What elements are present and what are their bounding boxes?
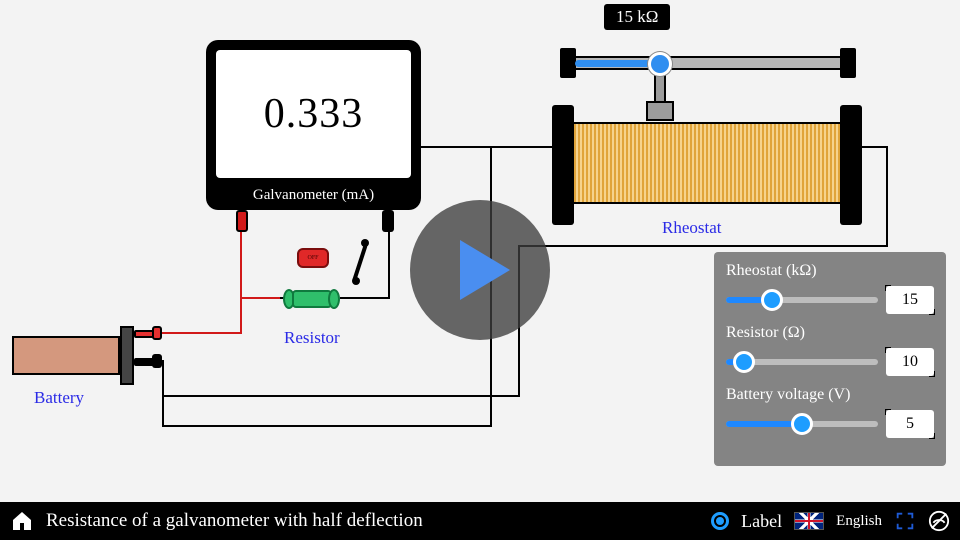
rheostat-label: Rheostat	[662, 218, 722, 238]
resistor-end	[328, 289, 340, 309]
galvanometer: 0.333 Galvanometer (mA)	[206, 40, 421, 210]
rheostat-slider-knob[interactable]	[648, 52, 672, 76]
control-voltage-label: Battery voltage (V)	[726, 386, 934, 404]
resistor-value-input[interactable]: 10	[886, 348, 934, 376]
no-edit-icon[interactable]	[928, 510, 950, 532]
wire	[416, 146, 492, 148]
fullscreen-icon[interactable]	[894, 510, 916, 532]
knife-switch-contact	[361, 239, 369, 247]
rheostat-coil	[572, 122, 842, 204]
voltage-slider[interactable]	[726, 414, 878, 434]
wire-positive	[240, 232, 242, 334]
flag-uk-icon[interactable]	[794, 512, 824, 530]
wire-positive	[240, 297, 280, 299]
voltage-value-input[interactable]: 5	[886, 410, 934, 438]
wire	[340, 297, 390, 299]
knife-switch-pivot	[352, 277, 360, 285]
battery-label: Battery	[34, 388, 84, 408]
rheostat-slider[interactable]	[726, 290, 878, 310]
battery-cap	[120, 326, 134, 385]
battery	[12, 336, 120, 375]
rheostat-slider-foot	[646, 101, 674, 121]
knife-switch-arm[interactable]	[352, 244, 368, 281]
play-button[interactable]	[410, 200, 550, 340]
battery-terminal-negative	[134, 358, 154, 366]
galvanometer-post-negative	[382, 210, 394, 232]
wire	[490, 146, 554, 148]
rheostat-stand	[840, 105, 862, 225]
control-resistor-label: Resistor (Ω)	[726, 324, 934, 342]
label-toggle-radio[interactable]	[711, 512, 729, 530]
label-toggle-text: Label	[741, 511, 782, 532]
wire-positive	[162, 332, 242, 334]
battery-terminal-positive-tip	[152, 326, 162, 340]
page-title: Resistance of a galvanometer with half d…	[46, 510, 699, 532]
wire	[162, 395, 520, 397]
simulation-stage: Battery 0.333 Galvanometer (mA) OFF Resi…	[0, 0, 960, 540]
galvanometer-post-positive	[236, 210, 248, 232]
galvanometer-value: 0.333	[264, 90, 364, 138]
control-resistor: Resistor (Ω) 10	[726, 324, 934, 376]
galvanometer-label: Galvanometer (mA)	[206, 187, 421, 204]
rheostat-bar-cap	[840, 48, 856, 78]
rheostat-value-display: 15 kΩ	[604, 4, 670, 30]
wire	[388, 232, 390, 297]
home-icon[interactable]	[10, 509, 34, 533]
control-rheostat: Rheostat (kΩ) 15	[726, 262, 934, 314]
rheostat-bar-cap	[560, 48, 576, 78]
rheostat-stand	[552, 105, 574, 225]
wire	[886, 146, 888, 246]
controls-panel: Rheostat (kΩ) 15 Resistor (Ω) 10 Battery…	[714, 252, 946, 466]
wire	[162, 360, 164, 425]
resistor-label: Resistor	[284, 328, 340, 348]
control-voltage: Battery voltage (V) 5	[726, 386, 934, 438]
resistor-slider[interactable]	[726, 352, 878, 372]
footer-bar: Resistance of a galvanometer with half d…	[0, 502, 960, 540]
wire	[162, 425, 492, 427]
language-label[interactable]: English	[836, 513, 882, 530]
resistor	[292, 290, 332, 308]
wire	[862, 146, 888, 148]
battery-terminal-negative-tip	[152, 354, 162, 368]
control-rheostat-label: Rheostat (kΩ)	[726, 262, 934, 280]
rheostat-slider-stem	[654, 74, 666, 104]
galvanometer-screen: 0.333	[216, 50, 411, 178]
switch-button[interactable]: OFF	[297, 248, 329, 268]
rheostat-value-input[interactable]: 15	[886, 286, 934, 314]
switch-button-text: OFF	[307, 255, 318, 261]
wire	[518, 245, 888, 247]
battery-terminal-positive	[134, 330, 154, 338]
play-icon	[450, 235, 520, 305]
